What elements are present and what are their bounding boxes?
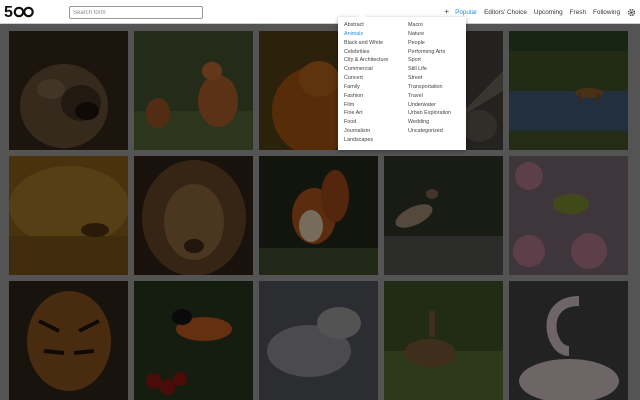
- category-travel[interactable]: Travel: [408, 92, 451, 101]
- search-input[interactable]: [69, 6, 203, 19]
- top-bar: 5 + Popular Editors' Choice Upcoming Fre…: [0, 0, 640, 24]
- photo-grid: [0, 24, 640, 400]
- category-animals[interactable]: Animals: [344, 30, 388, 39]
- category-column-1: Abstract Animals Black and White Celebri…: [344, 21, 388, 145]
- tab-upcoming[interactable]: Upcoming: [534, 9, 563, 16]
- dim-overlay[interactable]: [0, 24, 640, 400]
- category-dropdown: Abstract Animals Black and White Celebri…: [338, 13, 466, 150]
- category-film[interactable]: Film: [344, 101, 388, 110]
- category-concert[interactable]: Concert: [344, 74, 388, 83]
- main-nav: + Popular Editors' Choice Upcoming Fresh…: [444, 0, 640, 24]
- category-performing-arts[interactable]: Performing Arts: [408, 48, 451, 57]
- category-still-life[interactable]: Still Life: [408, 65, 451, 74]
- category-sport[interactable]: Sport: [408, 56, 451, 65]
- category-underwater[interactable]: Underwater: [408, 101, 451, 110]
- category-column-2: Macro Nature People Performing Arts Spor…: [408, 21, 451, 136]
- category-journalism[interactable]: Journalism: [344, 127, 388, 136]
- category-family[interactable]: Family: [344, 83, 388, 92]
- tab-editors-choice[interactable]: Editors' Choice: [484, 9, 527, 16]
- category-abstract[interactable]: Abstract: [344, 21, 388, 30]
- category-food[interactable]: Food: [344, 118, 388, 127]
- tab-fresh[interactable]: Fresh: [570, 9, 586, 16]
- category-commercial[interactable]: Commercial: [344, 65, 388, 74]
- category-uncategorized[interactable]: Uncategorized: [408, 127, 451, 136]
- category-black-and-white[interactable]: Black and White: [344, 39, 388, 48]
- category-macro[interactable]: Macro: [408, 21, 451, 30]
- category-fine-art[interactable]: Fine Art: [344, 109, 388, 118]
- category-urban-exploration[interactable]: Urban Exploration: [408, 109, 451, 118]
- gear-icon[interactable]: [627, 8, 636, 17]
- category-transportation[interactable]: Transportation: [408, 83, 451, 92]
- svg-text:5: 5: [4, 4, 13, 21]
- category-city-architecture[interactable]: City & Architecture: [344, 56, 388, 65]
- tab-popular[interactable]: Popular: [455, 9, 477, 16]
- category-people[interactable]: People: [408, 39, 451, 48]
- tab-following[interactable]: Following: [593, 9, 620, 16]
- category-fashion[interactable]: Fashion: [344, 92, 388, 101]
- logo-500px-icon[interactable]: 5: [4, 3, 34, 21]
- category-celebrities[interactable]: Celebrities: [344, 48, 388, 57]
- dropdown-caret: [358, 13, 366, 17]
- category-street[interactable]: Street: [408, 74, 451, 83]
- upload-add-button[interactable]: +: [444, 8, 449, 16]
- category-landscapes[interactable]: Landscapes: [344, 136, 388, 145]
- category-nature[interactable]: Nature: [408, 30, 451, 39]
- category-wedding[interactable]: Wedding: [408, 118, 451, 127]
